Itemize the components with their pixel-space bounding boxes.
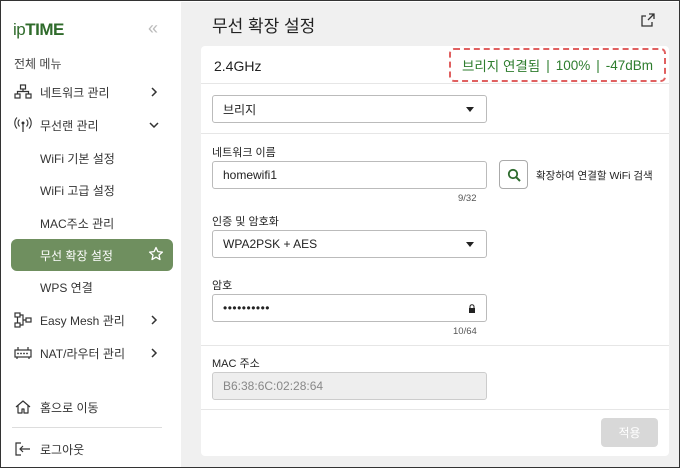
star-icon[interactable] <box>148 246 164 262</box>
mac-label: MAC 주소 <box>212 358 260 370</box>
divider <box>201 345 669 346</box>
sidebar-divider <box>12 427 162 428</box>
wifi-search-label[interactable]: 확장하여 연결할 WiFi 검색 <box>536 168 653 183</box>
export-icon[interactable] <box>640 12 656 28</box>
iptime-logo[interactable]: ipTIME <box>13 20 64 40</box>
sidebar-item-label: WPS 연결 <box>40 280 93 295</box>
mac-input: B6:38:6C:02:28:64 <box>212 372 487 400</box>
sidebar-item-wps[interactable]: WPS 연결 <box>2 272 181 302</box>
status-separator: | <box>596 57 600 73</box>
sidebar-item-label: Easy Mesh 관리 <box>40 313 125 328</box>
logout-link[interactable]: 로그아웃 <box>2 434 181 464</box>
network-name-counter: 9/32 <box>458 193 477 204</box>
connection-status: 브리지 연결됨 | 100% | -47dBm <box>449 48 666 82</box>
main-content: 무선 확장 설정 2.4GHz 브리지 연결됨 | 100% | -47dBm … <box>181 2 679 467</box>
caret-down-icon <box>466 107 474 112</box>
status-signal: 100% <box>555 57 591 73</box>
home-link[interactable]: 홈으로 이동 <box>2 392 181 422</box>
chevron-down-icon <box>149 122 159 129</box>
mesh-icon <box>14 312 32 328</box>
sidebar-item-wireless[interactable]: 무선랜 관리 <box>2 110 181 140</box>
sidebar-item-wifi-advanced[interactable]: WiFi 고급 설정 <box>2 175 181 205</box>
caret-down-icon <box>466 242 474 247</box>
mode-select[interactable]: 브리지 <box>212 95 487 123</box>
chevron-right-icon <box>151 315 158 325</box>
sidebar: ipTIME « 전체 메뉴 네트워크 관리 무선랜 관리 WiFi 기본 설정… <box>2 2 181 467</box>
sidebar-item-label: 네트워크 관리 <box>40 85 110 100</box>
auth-value: WPA2PSK + AES <box>223 237 318 251</box>
network-name-label: 네트워크 이름 <box>212 147 276 159</box>
chevron-right-icon <box>151 87 158 97</box>
divider <box>201 133 669 134</box>
sidebar-item-label: WiFi 기본 설정 <box>40 151 115 166</box>
menu-title: 전체 메뉴 <box>14 57 62 71</box>
wifi-search-button[interactable] <box>499 160 528 189</box>
page-title: 무선 확장 설정 <box>212 17 316 36</box>
status-separator: | <box>546 57 550 73</box>
sidebar-item-wireless-extension[interactable]: 무선 확장 설정 <box>11 239 173 271</box>
auth-label: 인증 및 암호화 <box>212 216 279 228</box>
home-icon <box>15 400 31 414</box>
search-icon <box>507 168 521 182</box>
collapse-sidebar-icon[interactable]: « <box>148 18 158 39</box>
status-rssi: -47dBm <box>605 57 654 73</box>
auth-select[interactable]: WPA2PSK + AES <box>212 230 487 258</box>
sidebar-item-label: MAC주소 관리 <box>40 216 115 231</box>
sidebar-item-label: NAT/라우터 관리 <box>40 346 125 361</box>
sidebar-item-wifi-basic[interactable]: WiFi 기본 설정 <box>2 143 181 173</box>
password-value: •••••••••• <box>223 301 271 315</box>
app-window: ipTIME « 전체 메뉴 네트워크 관리 무선랜 관리 WiFi 기본 설정… <box>0 0 680 468</box>
apply-button[interactable]: 적용 <box>601 418 658 447</box>
sidebar-item-label: 무선 확장 설정 <box>40 248 113 263</box>
band-label: 2.4GHz <box>214 58 262 74</box>
sidebar-item-label: WiFi 고급 설정 <box>40 183 115 198</box>
mode-value: 브리지 <box>223 102 257 117</box>
mac-value: B6:38:6C:02:28:64 <box>223 379 324 393</box>
sidebar-item-easy-mesh[interactable]: Easy Mesh 관리 <box>2 305 181 335</box>
sidebar-item-network[interactable]: 네트워크 관리 <box>2 77 181 107</box>
logout-icon <box>15 442 30 456</box>
status-state: 브리지 연결됨 <box>461 59 541 74</box>
logo-prefix: ip <box>13 20 26 39</box>
divider <box>201 409 669 410</box>
chevron-right-icon <box>151 348 158 358</box>
sidebar-item-label: 무선랜 관리 <box>40 118 99 133</box>
password-counter: 10/64 <box>453 326 477 337</box>
network-name-input[interactable]: homewifi1 <box>212 161 487 189</box>
password-input[interactable]: •••••••••• <box>212 294 487 322</box>
sidebar-item-mac[interactable]: MAC주소 관리 <box>2 208 181 238</box>
network-name-value: homewifi1 <box>223 168 278 182</box>
lock-icon <box>469 304 475 313</box>
home-label: 홈으로 이동 <box>40 400 99 415</box>
settings-card: 2.4GHz 브리지 연결됨 | 100% | -47dBm 브리지 네트워크 … <box>201 46 669 456</box>
divider <box>201 83 669 84</box>
password-label: 암호 <box>212 280 233 292</box>
sidebar-item-nat[interactable]: NAT/라우터 관리 <box>2 338 181 368</box>
logout-label: 로그아웃 <box>40 442 85 457</box>
logo-main: TIME <box>25 20 64 39</box>
wireless-icon <box>14 117 32 132</box>
network-icon <box>14 84 32 99</box>
router-icon <box>14 347 32 359</box>
